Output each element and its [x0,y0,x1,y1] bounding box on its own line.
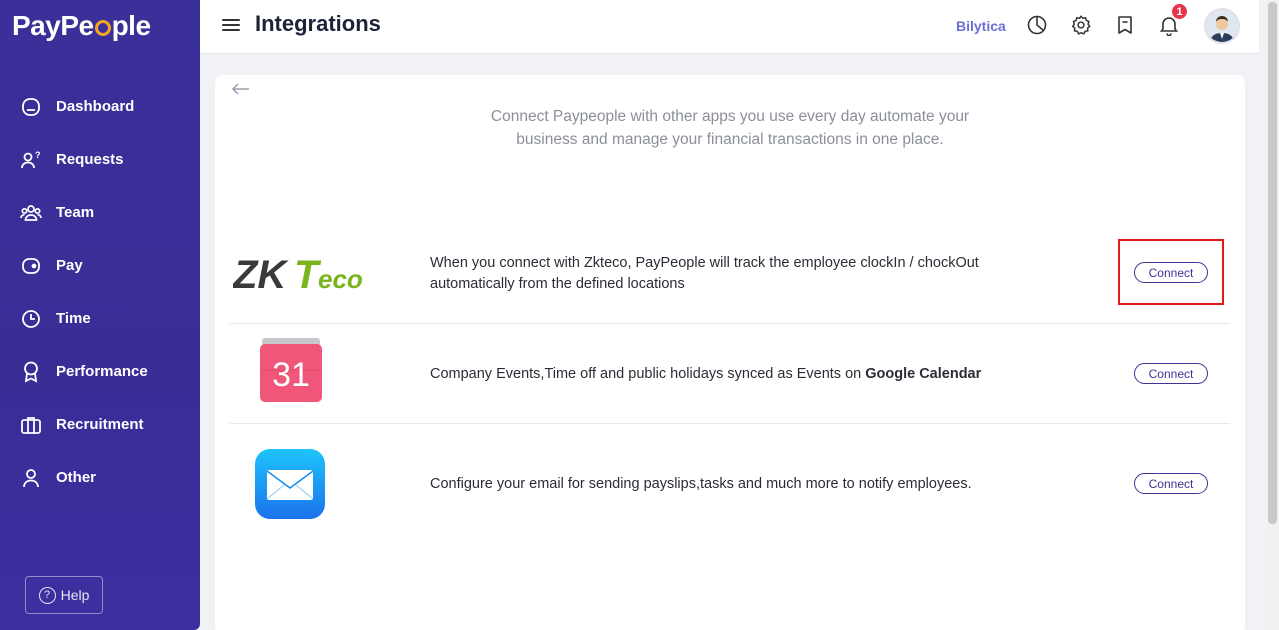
integrations-card: Connect Paypeople with other apps you us… [215,75,1245,630]
avatar[interactable] [1204,8,1240,44]
integration-row-google-calendar: 31 Company Events,Time off and public ho… [230,324,1230,424]
sidebar-item-label: Recruitment [56,416,144,433]
sidebar-item-performance[interactable]: Performance [0,345,200,398]
zkteco-connect-button[interactable]: Connect [1134,262,1208,283]
sidebar: PayPe ple Dashboard ? Requests Team Pay [0,0,200,630]
sidebar-item-label: Time [56,310,91,327]
google-calendar-connect-button[interactable]: Connect [1134,363,1208,384]
help-icon: ? [38,586,56,604]
integration-description: When you connect with Zkteco, PayPeople … [430,255,979,292]
clock-icon [20,308,42,330]
briefcase-icon [20,414,42,436]
sidebar-nav: Dashboard ? Requests Team Pay Time Perfo… [0,80,200,504]
sidebar-item-label: Pay [56,257,83,274]
company-name[interactable]: Bilytica [956,18,1006,34]
help-button[interactable]: ? Help [25,576,103,614]
back-arrow-icon[interactable] [231,81,253,99]
integration-description: Configure your email for sending payslip… [430,476,972,492]
sidebar-item-team[interactable]: Team [0,186,200,239]
user-icon [20,467,42,489]
sidebar-item-label: Requests [56,151,124,168]
zkteco-logo-eco: eco [318,264,363,293]
svg-text:?: ? [35,150,41,160]
pay-icon [20,255,42,277]
scrollbar[interactable] [1266,0,1279,630]
integration-row-email: Configure your email for sending payslip… [230,424,1230,534]
sidebar-item-pay[interactable]: Pay [0,239,200,292]
top-header: Integrations Bilytica 1 [200,0,1259,54]
bookmark-icon[interactable] [1114,14,1138,38]
email-connect-button[interactable]: Connect [1134,473,1208,494]
page-title: Integrations [255,11,381,36]
sidebar-item-other[interactable]: Other [0,451,200,504]
mail-app-logo [255,449,325,524]
app-logo[interactable]: PayPe ple [12,10,151,42]
dashboard-icon [20,96,42,118]
notification-badge: 1 [1170,2,1189,21]
logo-text-left: PayPe [12,10,94,41]
sidebar-item-time[interactable]: Time [0,292,200,345]
logo-eye-icon [94,20,111,36]
sidebar-item-dashboard[interactable]: Dashboard [0,80,200,133]
integration-description: Company Events,Time off and public holid… [430,364,981,385]
zkteco-logo: ZK T eco [232,253,373,298]
logo-text-right: ple [111,10,151,41]
sidebar-item-label: Other [56,469,97,486]
menu-icon[interactable] [222,19,240,33]
sidebar-item-label: Dashboard [56,98,135,115]
integration-row-zkteco: ZK T eco When you connect with Zkteco, P… [230,225,1230,324]
pie-chart-icon[interactable] [1026,14,1050,38]
sidebar-item-requests[interactable]: ? Requests [0,133,200,186]
sidebar-item-recruitment[interactable]: Recruitment [0,398,200,451]
sidebar-item-label: Team [56,204,95,221]
help-label: Help [60,587,90,603]
scroll-thumb[interactable] [1268,2,1277,524]
team-icon [20,202,42,224]
award-icon [20,361,42,383]
gear-icon[interactable] [1070,14,1094,38]
intro-text: Connect Paypeople with other apps you us… [490,108,970,148]
requests-icon: ? [20,149,42,171]
zkteco-logo-zk: ZK [233,253,289,293]
google-calendar-logo: 31 [256,338,326,411]
description-bold: Google Calendar [865,366,982,382]
calendar-day: 31 [272,356,310,394]
sidebar-item-label: Performance [56,363,148,380]
description-prefix: Company Events,Time off and public holid… [430,366,866,382]
